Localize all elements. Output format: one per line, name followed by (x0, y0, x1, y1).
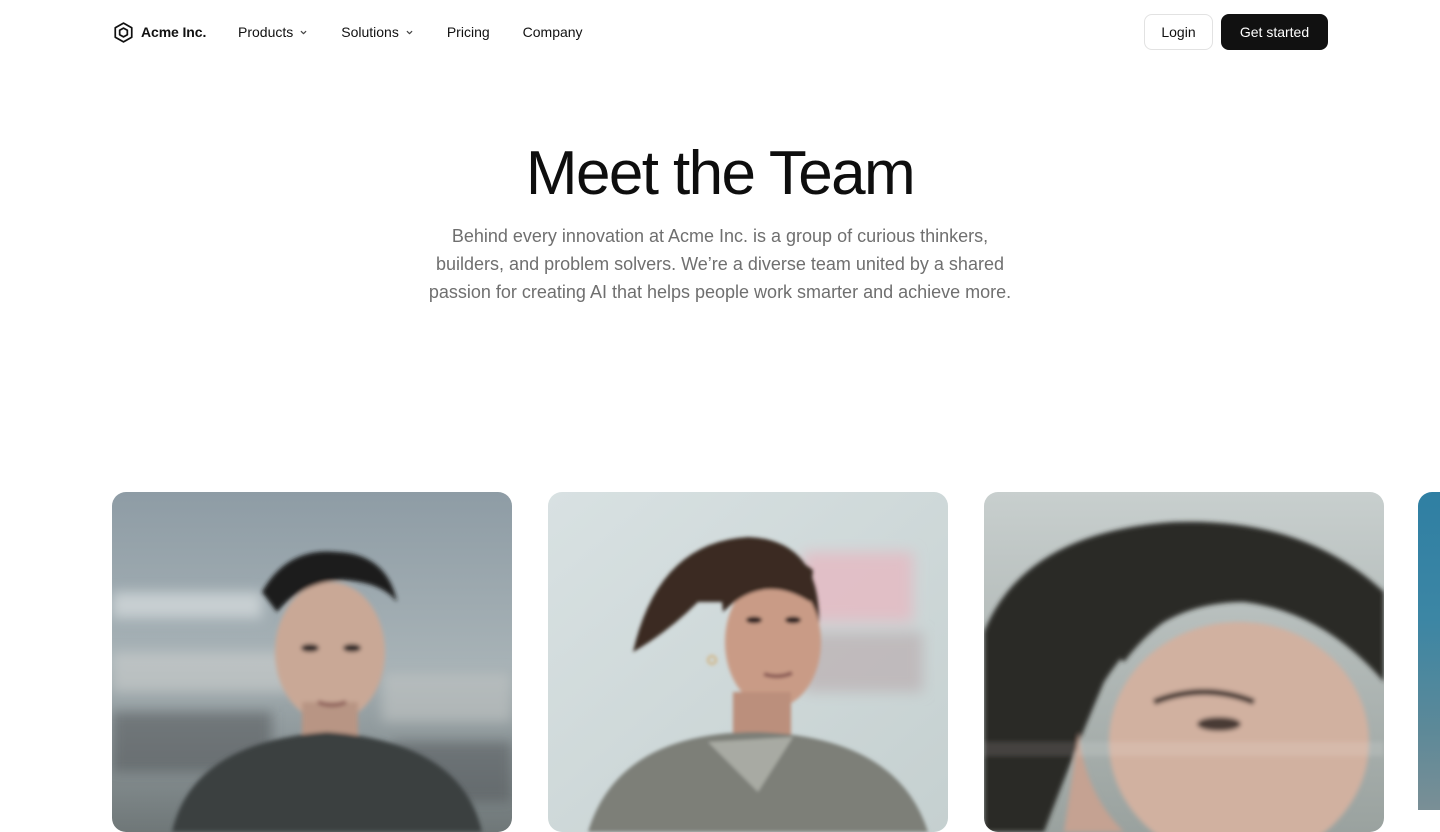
menu-item-products[interactable]: Products (238, 24, 308, 40)
team-member-card[interactable] (548, 492, 948, 832)
team-member-card-partial[interactable] (1418, 492, 1440, 810)
menu-item-label: Products (238, 24, 294, 40)
team-member-card[interactable] (984, 492, 1384, 832)
get-started-button[interactable]: Get started (1221, 14, 1328, 50)
chevron-down-icon (406, 30, 413, 34)
login-button[interactable]: Login (1144, 14, 1213, 50)
page-title: Meet the Team (525, 139, 916, 208)
team-member-photo-2 (548, 492, 948, 832)
chevron-down-icon (300, 30, 307, 34)
nav-actions: Login Get started (1144, 14, 1328, 50)
team-member-photo-1 (112, 492, 512, 832)
team-member-photo-3 (984, 492, 1384, 832)
menu-item-label: Company (522, 24, 583, 40)
top-navigation: Acme Inc. Products Solutions Pricing Com… (0, 0, 1440, 64)
hero-section: Meet the Team Behind every innovation at… (0, 136, 1440, 306)
team-member-card[interactable] (112, 492, 512, 832)
brand-name: Acme Inc. (141, 24, 207, 40)
menu-item-pricing[interactable]: Pricing (447, 24, 490, 40)
menu-item-label: Solutions (341, 24, 399, 40)
hexagon-logo-icon (112, 21, 135, 44)
hero-description: Behind every innovation at Acme Inc. is … (428, 226, 1012, 302)
menu-item-company[interactable]: Company (523, 24, 583, 40)
team-gallery (112, 492, 1384, 832)
brand-logo-link[interactable]: Acme Inc. (112, 20, 206, 44)
menu-item-solutions[interactable]: Solutions (341, 24, 414, 40)
main-menu: Products Solutions Pricing Company (238, 22, 616, 42)
menu-item-label: Pricing (446, 24, 490, 40)
